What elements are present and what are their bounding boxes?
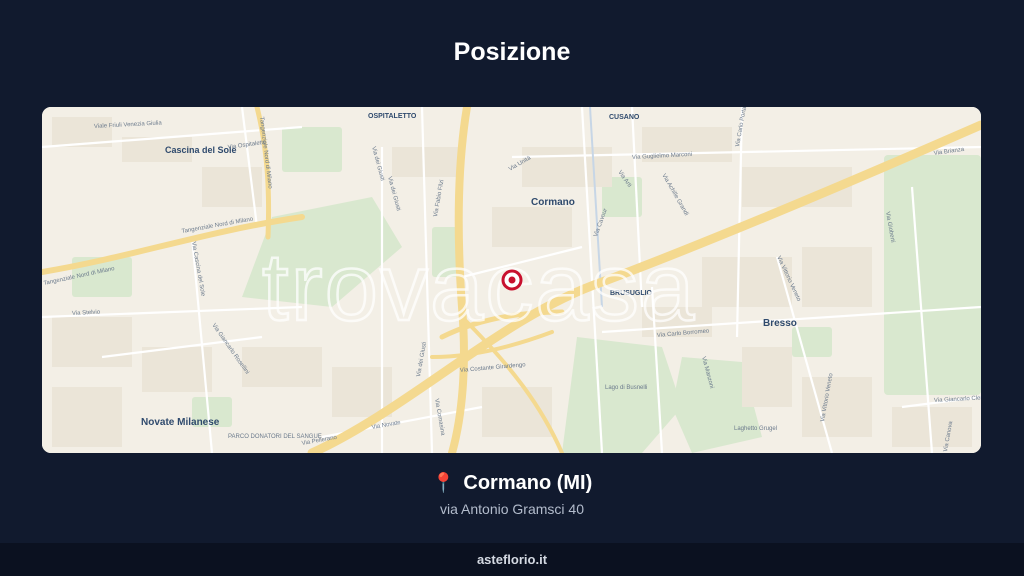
location-address: via Antonio Gramsci 40 — [440, 501, 584, 517]
location-heading: 📍 Cormano (MI) — [0, 471, 1024, 495]
area-label-laghetto: Laghetto Grugel — [734, 426, 777, 432]
area-label-cascina-del-sole: Cascina del Sole — [165, 145, 237, 155]
area-label-cormano: Cormano — [531, 197, 575, 208]
page-title: Posizione — [453, 38, 571, 66]
area-label-novate-milanese: Novate Milanese — [141, 417, 220, 428]
map-pin-icon: 📍 — [431, 473, 456, 494]
area-label-bresso: Bresso — [763, 318, 797, 329]
area-label-ospitaletto: OSPITALETTO — [368, 113, 417, 120]
watermark-logo: trovacasa — [262, 234, 696, 341]
area-label-lago: Lago di Busnelli — [605, 385, 647, 391]
footer-site-link[interactable]: asteflorio.it — [477, 552, 547, 567]
location-title: Cormano (MI) — [463, 472, 593, 494]
footer-bar: asteflorio.it — [0, 543, 1024, 576]
location-marker-icon[interactable] — [501, 269, 523, 291]
map-canvas[interactable]: Cascina del Sole OSPITALETTO CUSANO Corm… — [42, 107, 981, 453]
area-label-cusano: CUSANO — [609, 114, 640, 121]
map-container[interactable]: Cascina del Sole OSPITALETTO CUSANO Corm… — [42, 107, 981, 453]
